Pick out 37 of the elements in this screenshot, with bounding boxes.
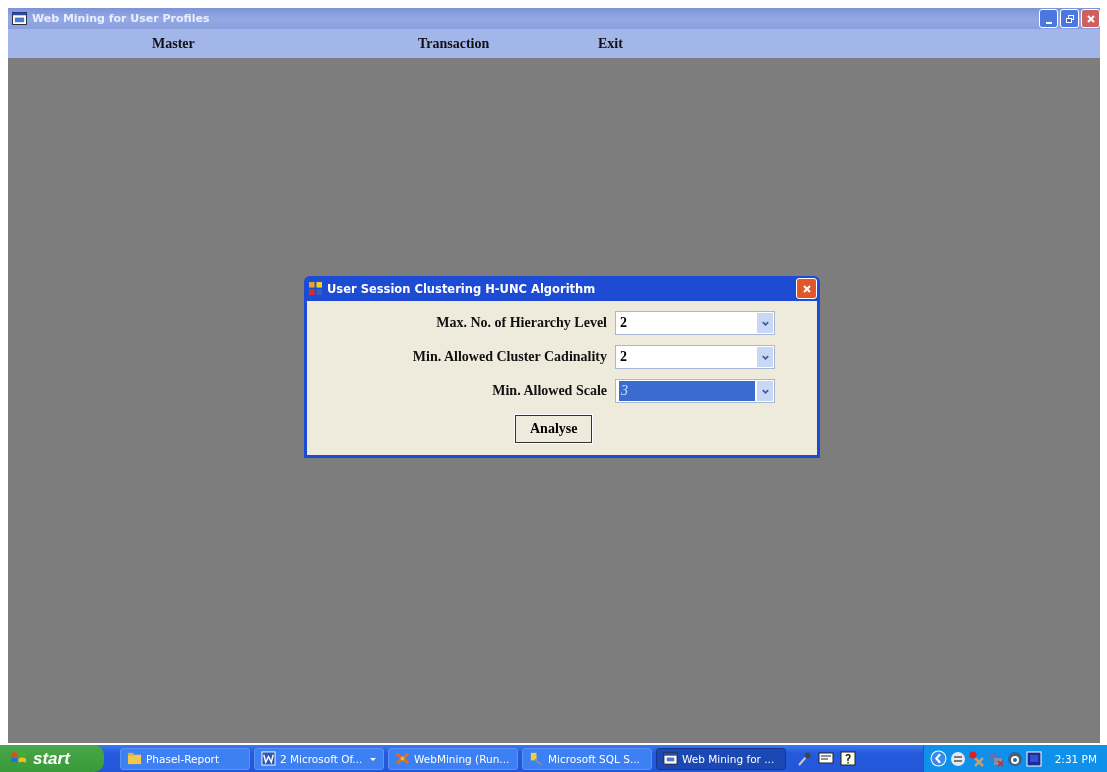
taskbar-button[interactable]: Microsoft SQL S... xyxy=(522,747,652,770)
dropdown-field[interactable]: 2 xyxy=(615,311,775,335)
taskbar-button[interactable]: Web Mining for ... xyxy=(656,747,786,770)
dropdown-field[interactable]: 2 xyxy=(615,345,775,369)
close-icon xyxy=(801,283,812,294)
menu-item[interactable]: Transaction xyxy=(418,35,490,52)
menu-item[interactable]: Master xyxy=(152,35,195,52)
restore-button[interactable] xyxy=(1060,9,1079,28)
restore-icon xyxy=(1064,13,1075,24)
taskbar-button[interactable]: PhaseI-Report xyxy=(120,747,250,770)
language-bar-icon[interactable] xyxy=(818,750,834,767)
field-label: Min. Allowed Scale xyxy=(492,383,607,399)
field-label: Max. No. of Hierarchy Level xyxy=(436,315,607,331)
dropdown-field[interactable]: 3 xyxy=(615,379,775,403)
help-icon[interactable] xyxy=(840,750,856,767)
close-button[interactable] xyxy=(796,278,817,299)
microphone-icon[interactable] xyxy=(796,750,812,767)
analyse-button[interactable]: Analyse xyxy=(515,415,593,443)
network-icon[interactable] xyxy=(949,750,966,767)
chevron-icon[interactable] xyxy=(929,750,947,767)
close-button[interactable] xyxy=(1081,9,1100,28)
folder-icon xyxy=(127,751,142,766)
close-icon xyxy=(1085,13,1096,24)
window-icon xyxy=(663,751,678,766)
monitor-icon[interactable] xyxy=(1025,750,1042,767)
taskbar-button[interactable]: 2 Microsoft Of... xyxy=(254,747,384,770)
window-title: Web Mining for User Profiles xyxy=(32,12,211,25)
menu-item[interactable]: Exit xyxy=(598,35,623,52)
form-icon xyxy=(309,282,322,295)
window-icon xyxy=(12,12,27,25)
dialog-title: User Session Clustering H-UNC Algorithm xyxy=(327,281,597,296)
minimize-icon xyxy=(1045,21,1052,24)
document-icon xyxy=(261,751,276,766)
taskbar-button[interactable]: WebMining (Run... xyxy=(388,747,518,770)
minimize-button[interactable] xyxy=(1039,9,1058,28)
field-label: Min. Allowed Cluster Cadinality xyxy=(412,349,607,365)
clock: 2:31 PM xyxy=(1054,752,1097,765)
